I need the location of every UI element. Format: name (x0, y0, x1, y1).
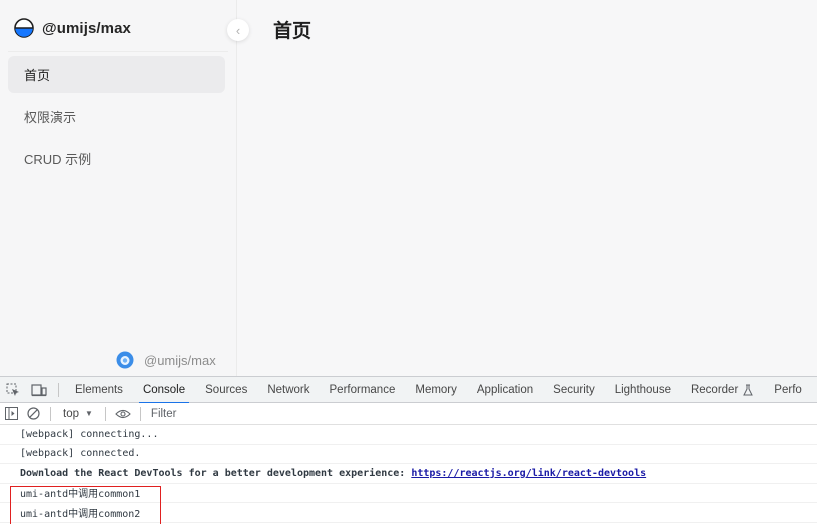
tab-label: Console (142, 383, 186, 396)
console-message-text: Download the React DevTools for a better… (20, 467, 406, 479)
brand-logo[interactable]: @umijs/max (14, 15, 131, 41)
console-output: [webpack] connecting... [webpack] connec… (0, 425, 817, 524)
tab-application[interactable]: Application (467, 377, 543, 403)
console-message: [webpack] connecting... (0, 425, 817, 445)
sidebar-item-access[interactable]: 权限演示 (8, 98, 225, 135)
tab-memory[interactable]: Memory (405, 377, 467, 403)
clear-console-icon[interactable] (22, 403, 44, 425)
flask-icon (743, 384, 754, 395)
toolbar-divider (139, 406, 141, 421)
tab-lighthouse[interactable]: Lighthouse (605, 377, 681, 403)
live-expression-eye-icon[interactable] (112, 403, 134, 425)
toolbar-divider (104, 406, 106, 421)
tab-label: Perfo (774, 383, 802, 396)
tab-label: Network (267, 383, 310, 396)
context-selector[interactable]: top ▼ (57, 405, 99, 423)
tab-sources[interactable]: Sources (195, 377, 257, 403)
umi-footer-logo-icon (116, 351, 134, 369)
tab-label: Application (476, 383, 534, 396)
tab-label: Security (553, 383, 595, 396)
sidebar-menu: 首页 权限演示 CRUD 示例 (8, 56, 225, 182)
device-toolbar-icon[interactable] (26, 377, 52, 403)
tab-elements[interactable]: Elements (65, 377, 133, 403)
sidebar-item-label: 首页 (24, 68, 51, 83)
sidebar-item-label: CRUD 示例 (24, 152, 92, 167)
sidebar-divider (8, 51, 228, 52)
toolbar-divider (58, 382, 59, 397)
sidebar-item-label: 权限演示 (24, 110, 77, 125)
inspect-element-icon[interactable] (0, 377, 26, 403)
tab-label: Performance (329, 383, 396, 396)
context-value: top (63, 407, 79, 420)
console-toolbar: top ▼ (0, 403, 817, 425)
sidebar-footer: @umijs/max (116, 350, 216, 370)
console-message: umi-antd中调用common1 (0, 484, 817, 503)
tab-network[interactable]: Network (257, 377, 319, 403)
console-filter-input[interactable] (146, 404, 447, 423)
tab-label: Sources (205, 383, 248, 396)
tab-console[interactable]: Console (133, 377, 195, 404)
console-message: umi-antd中调用common2 (0, 503, 817, 523)
console-message-text: [webpack] connecting... (20, 428, 159, 440)
sidebar-item-home[interactable]: 首页 (8, 56, 225, 93)
console-message-text: umi-antd中调用common1 (20, 489, 141, 501)
collapse-sidebar-button[interactable]: ‹ (227, 19, 249, 41)
toolbar-divider (50, 406, 51, 421)
tab-label: Elements (75, 383, 123, 396)
chevron-left-icon: ‹ (235, 22, 241, 38)
tab-label: Recorder (690, 383, 739, 396)
devtools-panel: Elements Console Sources Network Perform… (0, 376, 817, 524)
tab-label: Lighthouse (614, 383, 671, 396)
dropdown-caret-icon: ▼ (85, 409, 93, 418)
tab-label: Memory (415, 383, 457, 396)
app-window: @umijs/max 首页 权限演示 CRUD 示例 @umijs/max ‹ (0, 0, 817, 376)
console-message: Download the React DevTools for a better… (0, 464, 817, 484)
umi-logo-icon (14, 18, 34, 38)
console-message-text: umi-antd中调用common2 (20, 508, 141, 520)
tab-performance-insights[interactable]: Perfo (764, 377, 812, 403)
react-devtools-link[interactable]: https://reactjs.org/link/react-devtools (411, 468, 646, 479)
tab-security[interactable]: Security (543, 377, 605, 403)
page-title: 首页 (273, 21, 312, 42)
sidebar-item-crud[interactable]: CRUD 示例 (8, 140, 225, 177)
console-message-text: [webpack] connected. (20, 448, 141, 460)
footer-brand: @umijs/max (144, 352, 216, 368)
sidebar-toggle-icon[interactable] (0, 403, 22, 425)
sidebar: @umijs/max 首页 权限演示 CRUD 示例 @umijs/max (0, 0, 237, 376)
tab-performance[interactable]: Performance (320, 377, 406, 403)
console-message: [webpack] connected. (0, 445, 817, 464)
tab-recorder[interactable]: Recorder (681, 377, 764, 403)
devtools-tabbar: Elements Console Sources Network Perform… (0, 377, 817, 404)
brand-title: @umijs/max (42, 19, 131, 37)
